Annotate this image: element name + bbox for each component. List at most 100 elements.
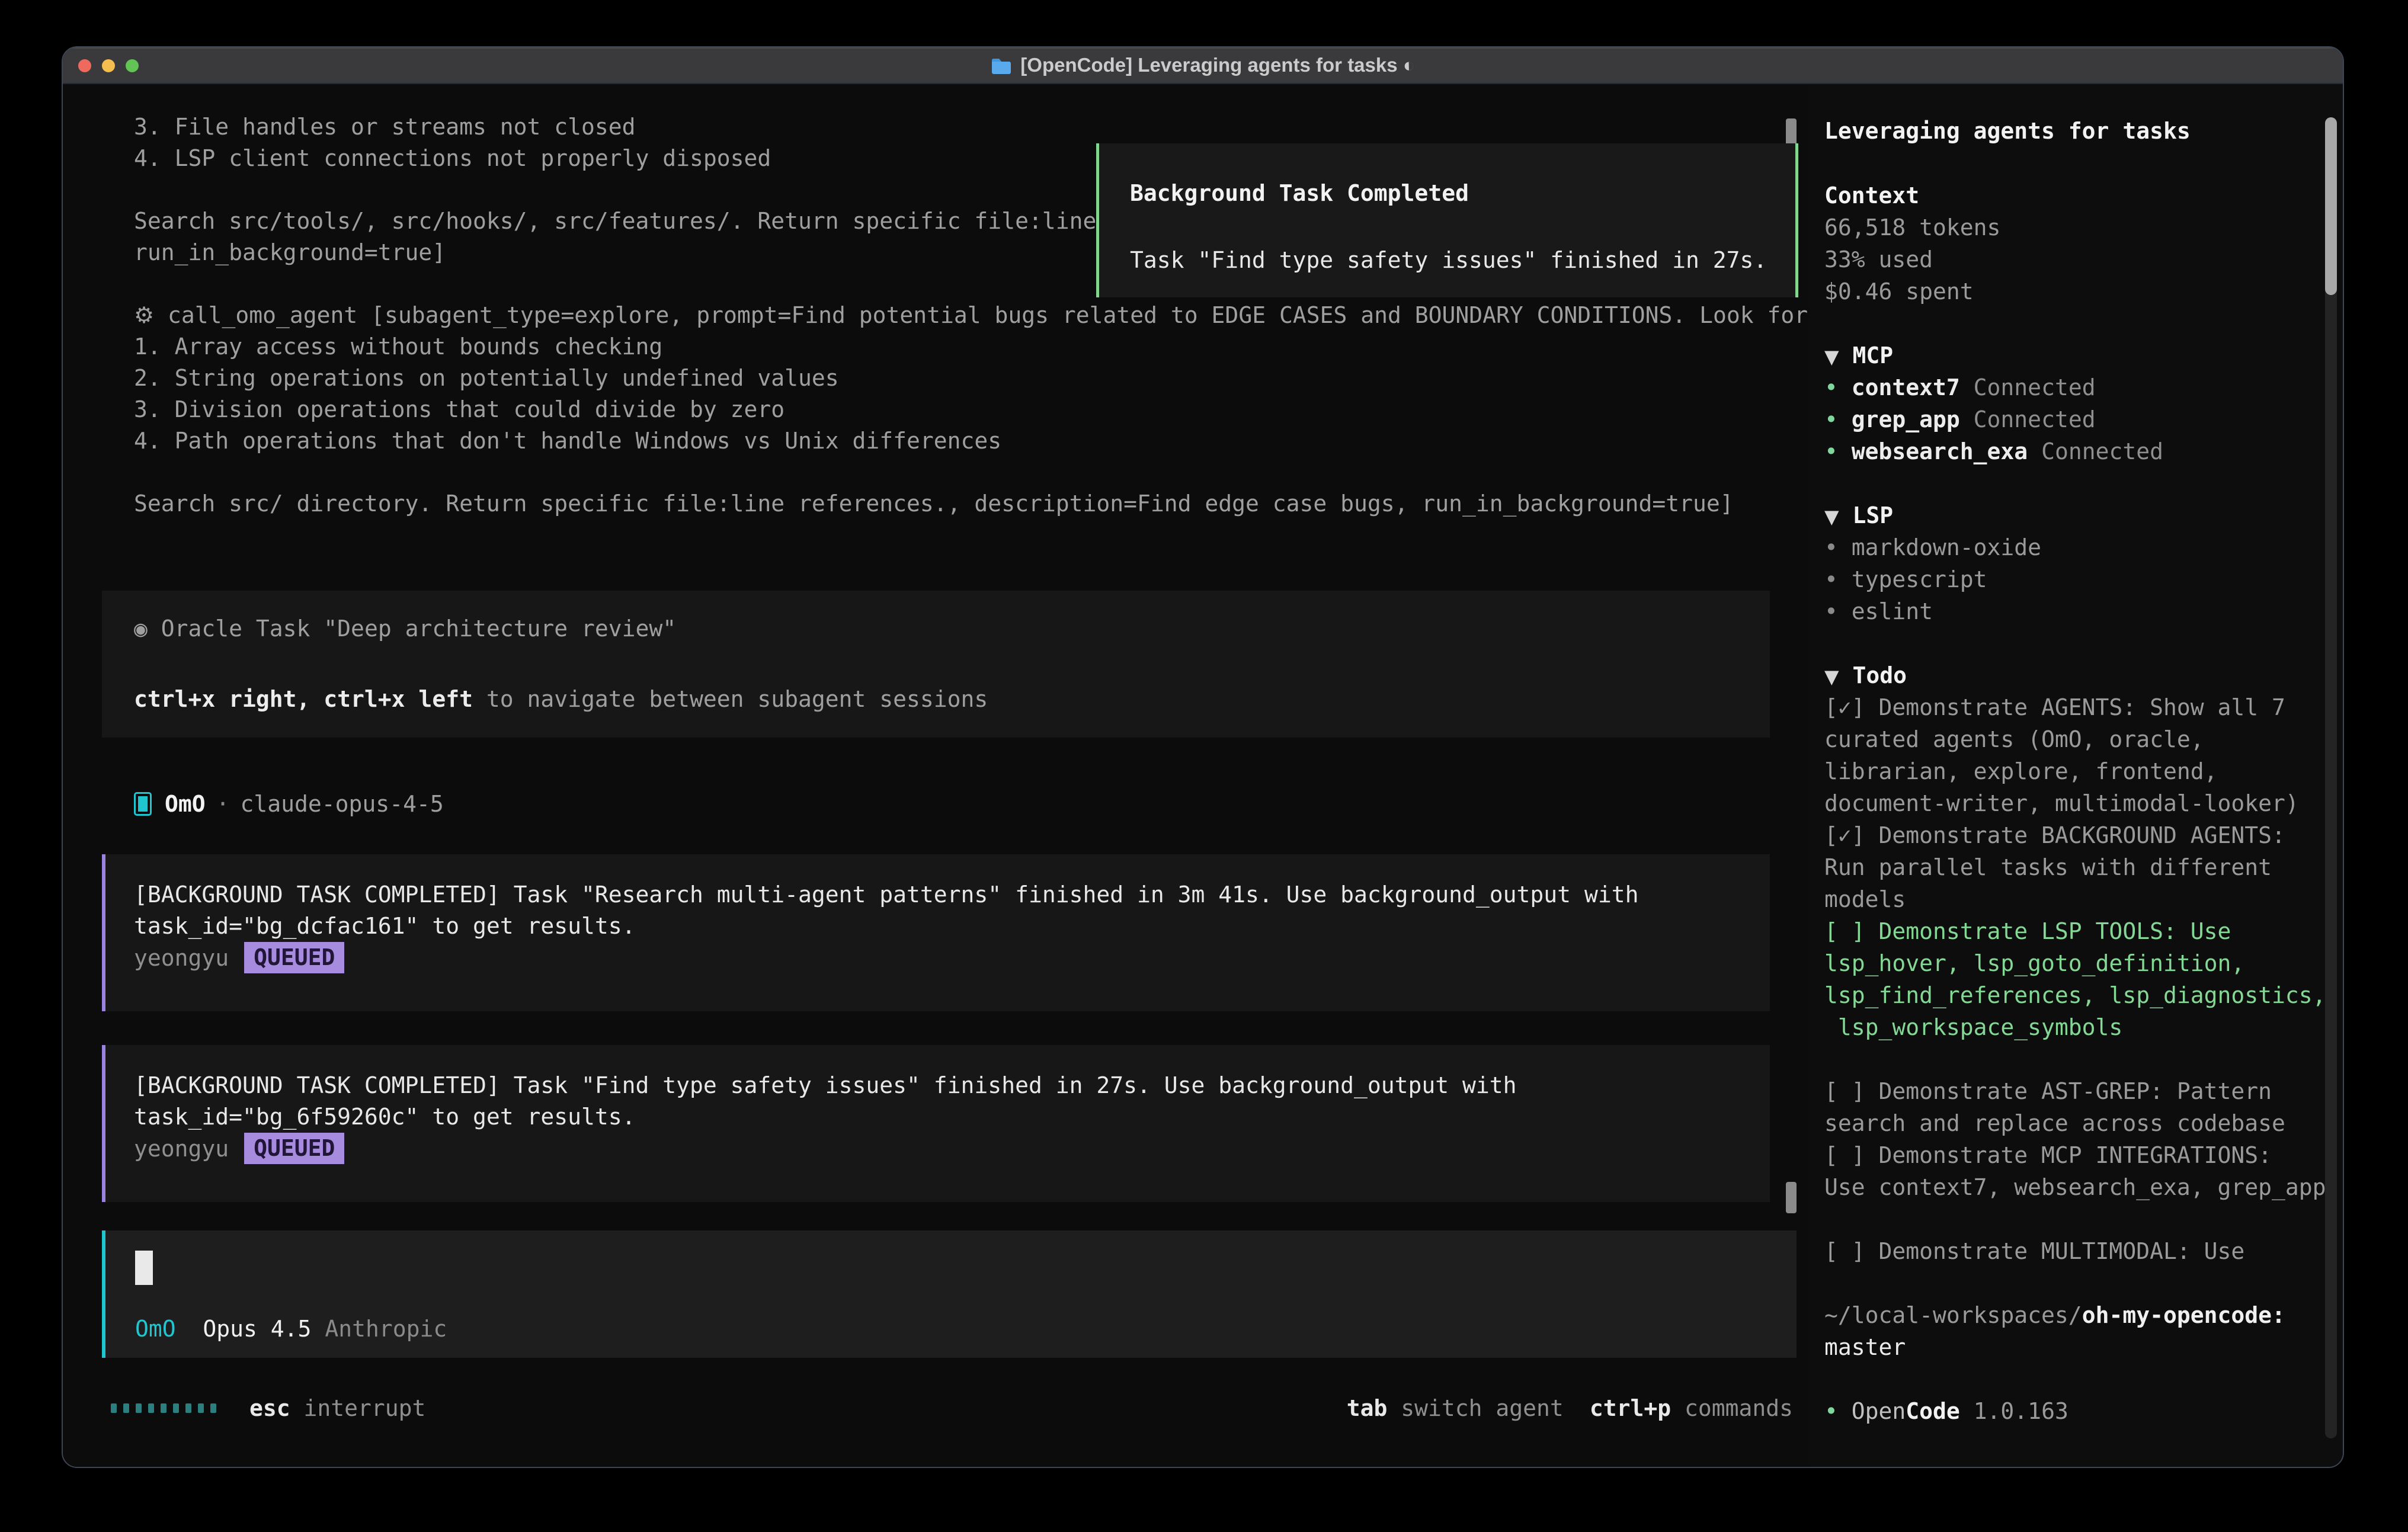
window-controls <box>78 47 139 84</box>
toast-title: Background Task Completed <box>1130 178 1765 209</box>
message-line: 3. Division operations that could divide… <box>102 394 1810 425</box>
bullet-icon: • <box>1824 566 1838 592</box>
message-line: 4. Path operations that don't handle Win… <box>102 425 1810 457</box>
todo-line: Run parallel tasks with different <box>1824 851 2343 883</box>
context-header: Context <box>1824 180 2343 211</box>
bullet-icon: • <box>1824 1398 1838 1424</box>
status-bar: esc interrupt tab switch agent ctrl+p co… <box>102 1392 1810 1424</box>
minimize-window-button[interactable] <box>102 59 115 72</box>
window-titlebar[interactable]: [OpenCode] Leveraging agents for tasks ◐ <box>63 47 2343 84</box>
shortcut-description: to navigate between subagent sessions <box>473 686 988 712</box>
close-window-button[interactable] <box>78 59 91 72</box>
mcp-section-header[interactable]: ▼ MCP <box>1824 339 2343 371</box>
chevron-down-icon: ▼ <box>1824 505 1839 528</box>
tool-call-text: call_omo_agent [subagent_type=explore, p… <box>154 302 1808 328</box>
input-agent-name: OmO <box>135 1316 176 1342</box>
todo-line: librarian, explore, frontend, <box>1824 755 2343 787</box>
main-scrollbar-thumb[interactable] <box>1786 1182 1797 1213</box>
mcp-item: • websearch_exa Connected <box>1824 435 2343 467</box>
todo-line: Use context7, websearch_exa, grep_app <box>1824 1171 2343 1203</box>
model-row: OmO Opus 4.5 Anthropic <box>135 1313 1797 1345</box>
task-message-line: [BACKGROUND TASK COMPLETED] Task "Find t… <box>134 1070 1770 1101</box>
status-badge: QUEUED <box>244 942 344 973</box>
bullet-icon: • <box>1824 534 1838 560</box>
task-message-line: task_id="bg_6f59260c" to get results. <box>134 1101 1770 1133</box>
window-title: [OpenCode] Leveraging agents for tasks ◐ <box>991 54 1414 76</box>
chevron-down-icon: ▼ <box>1824 665 1839 688</box>
todo-line: [ ] Demonstrate LSP TOOLS: Use <box>1824 915 2343 947</box>
maximize-window-button[interactable] <box>126 59 139 72</box>
separator-dot: · <box>206 791 241 817</box>
todo-section-header[interactable]: ▼ Todo <box>1824 659 2343 691</box>
context-spent: $0.46 spent <box>1824 275 2343 307</box>
background-task-message: [BACKGROUND TASK COMPLETED] Task "Resear… <box>102 854 1770 1011</box>
agent-header: OmO · claude-opus-4-5 <box>102 788 1810 819</box>
context-tokens: 66,518 tokens <box>1824 211 2343 243</box>
bullet-icon: • <box>1824 374 1838 400</box>
agent-model: claude-opus-4-5 <box>241 791 444 817</box>
todo-line: lsp_find_references, lsp_diagnostics, <box>1824 979 2343 1011</box>
todo-line: search and replace across codebase <box>1824 1107 2343 1139</box>
oracle-task-card: ◉ Oracle Task "Deep architecture review"… <box>102 591 1770 738</box>
message-line: Search src/ directory. Return specific f… <box>102 488 1810 520</box>
chevron-down-icon: ▼ <box>1824 345 1839 368</box>
bullet-icon: • <box>1824 598 1838 624</box>
toast-body: Task "Find type safety issues" finished … <box>1130 245 1765 276</box>
agent-icon <box>134 792 152 816</box>
agent-name: OmO <box>165 791 206 817</box>
bullet-icon: • <box>1824 438 1838 464</box>
todo-line: lsp_workspace_symbols <box>1824 1011 2343 1043</box>
shortcut-keys: ctrl+x right, ctrl+x left <box>134 686 473 712</box>
hint-interrupt: esc interrupt <box>249 1395 425 1421</box>
todo-line: [✓] Demonstrate BACKGROUND AGENTS: <box>1824 819 2343 851</box>
message-line: 2. String operations on potentially unde… <box>102 363 1810 394</box>
lsp-item: • eslint <box>1824 595 2343 627</box>
todo-line: [ ] Demonstrate MULTIMODAL: Use <box>1824 1235 2343 1267</box>
input-model-provider: Anthropic <box>311 1316 447 1342</box>
chat-pane: 3. File handles or streams not closed 4.… <box>63 84 1810 1468</box>
app-version: • OpenCode 1.0.163 <box>1824 1395 2343 1427</box>
todo-line: [ ] Demonstrate MCP INTEGRATIONS: <box>1824 1139 2343 1171</box>
sidebar-scrollbar-thumb[interactable] <box>2325 117 2337 295</box>
status-badge: QUEUED <box>244 1133 344 1164</box>
message-line: 1. Array access without bounds checking <box>102 331 1810 363</box>
workspace-branch: master <box>1824 1331 2343 1363</box>
folder-icon <box>991 56 1012 74</box>
lsp-item: • typescript <box>1824 563 2343 595</box>
task-user: yeongyu <box>134 1136 229 1162</box>
notification-toast: Background Task Completed Task "Find typ… <box>1096 143 1798 297</box>
hint-commands: ctrl+p commands <box>1590 1395 1793 1421</box>
lsp-item: • markdown-oxide <box>1824 531 2343 563</box>
todo-line: document-writer, multimodal-looker) <box>1824 787 2343 819</box>
fisheye-icon: ◉ <box>134 616 148 642</box>
app-window: [OpenCode] Leveraging agents for tasks ◐… <box>62 46 2344 1468</box>
workspace-path: ~/local-workspaces/oh-my-opencode: <box>1824 1299 2343 1331</box>
mcp-item: • context7 Connected <box>1824 371 2343 403</box>
gear-icon: ⚙ <box>134 302 154 328</box>
mcp-item: • grep_app Connected <box>1824 403 2343 435</box>
task-message-line: [BACKGROUND TASK COMPLETED] Task "Resear… <box>134 879 1770 911</box>
text-cursor <box>135 1251 153 1285</box>
background-task-message: [BACKGROUND TASK COMPLETED] Task "Find t… <box>102 1045 1770 1202</box>
lsp-section-header[interactable]: ▼ LSP <box>1824 499 2343 531</box>
input-model-name: Opus 4.5 <box>203 1316 311 1342</box>
hint-switch-agent: tab switch agent <box>1347 1395 1564 1421</box>
oracle-task-hint: ctrl+x right, ctrl+x left to navigate be… <box>134 684 1770 715</box>
message-line: 3. File handles or streams not closed <box>102 111 1810 143</box>
todo-line: [✓] Demonstrate AGENTS: Show all 7 <box>1824 691 2343 723</box>
tool-call-line: ⚙ call_omo_agent [subagent_type=explore,… <box>102 300 1810 331</box>
sidebar: Leveraging agents for tasks Context 66,5… <box>1810 84 2343 1468</box>
bullet-icon: • <box>1824 406 1838 432</box>
todo-line: models <box>1824 883 2343 915</box>
todo-line: lsp_hover, lsp_goto_definition, <box>1824 947 2343 979</box>
oracle-task-title: ◉ Oracle Task "Deep architecture review" <box>134 613 1770 645</box>
task-message-line: task_id="bg_dcfac161" to get results. <box>134 911 1770 942</box>
todo-line: curated agents (OmO, oracle, <box>1824 723 2343 755</box>
window-title-text: [OpenCode] Leveraging agents for tasks ◐ <box>1020 54 1414 76</box>
todo-line: [ ] Demonstrate AST-GREP: Pattern <box>1824 1075 2343 1107</box>
task-user: yeongyu <box>134 945 229 971</box>
activity-spinner-dots <box>111 1403 216 1413</box>
message-input[interactable]: OmO Opus 4.5 Anthropic <box>102 1230 1797 1358</box>
sidebar-scrollbar-track[interactable] <box>2325 117 2337 1438</box>
context-used: 33% used <box>1824 243 2343 275</box>
